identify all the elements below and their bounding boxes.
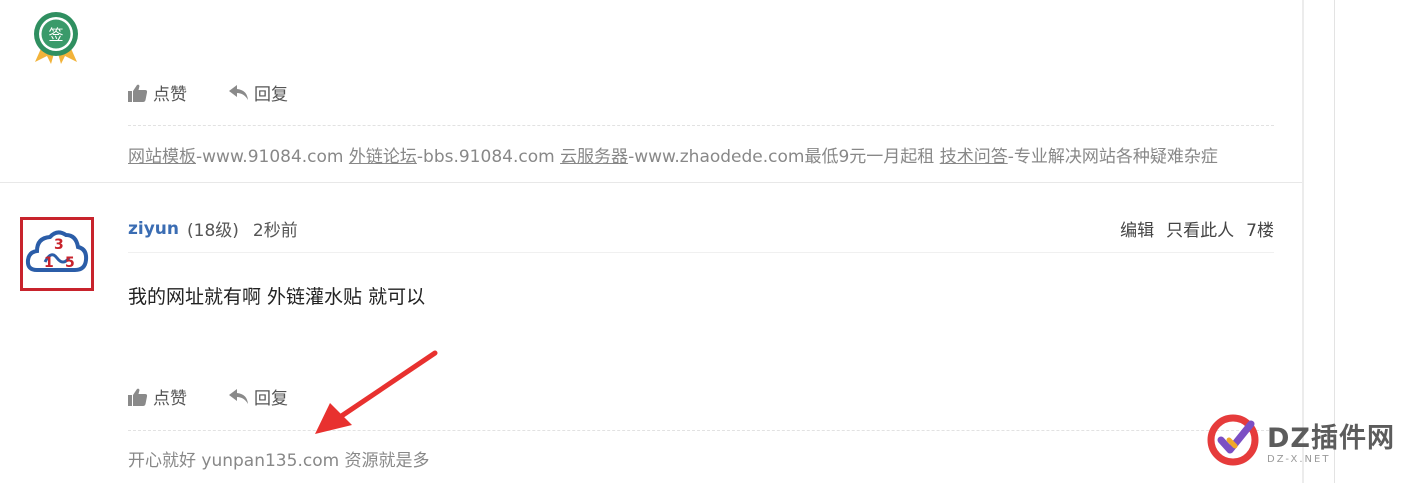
annotation-arrow-icon — [315, 350, 438, 434]
avatar-digit-3: 3 — [54, 237, 64, 253]
user-signature: 开心就好 yunpan135.com 资源就是多 — [128, 451, 430, 471]
reply-label: 回复 — [254, 389, 288, 409]
avatar[interactable]: 1 3 5 — [20, 217, 94, 291]
reply-label: 回复 — [254, 85, 288, 105]
only-author-link[interactable]: 只看此人 — [1166, 216, 1234, 241]
reply-button[interactable]: 回复 — [229, 384, 288, 409]
reply-icon — [229, 388, 248, 404]
watermark-logo-icon — [1207, 414, 1259, 466]
header-divider — [128, 252, 1274, 253]
like-label: 点赞 — [153, 389, 187, 409]
floor-number[interactable]: 7楼 — [1246, 216, 1274, 241]
thumbs-up-icon — [128, 388, 148, 406]
reply-button[interactable]: 回复 — [229, 80, 288, 105]
signature-link[interactable]: 技术问答 — [940, 147, 1008, 167]
thread-panel — [0, 0, 1302, 483]
like-label: 点赞 — [153, 85, 187, 105]
signature-link[interactable]: 外链论坛 — [349, 147, 417, 167]
post-time: 2秒前 — [252, 221, 298, 241]
post-header: ziyun (18级) 2秒前 — [128, 216, 298, 242]
thumbs-up-icon — [128, 84, 148, 102]
edit-link[interactable]: 编辑 — [1120, 216, 1154, 241]
avatar-digit-1: 1 — [44, 255, 54, 271]
watermark-brand: DZ插件网 — [1267, 423, 1395, 454]
username-link[interactable]: ziyun — [128, 219, 179, 239]
badge-glyph: 签 — [48, 26, 63, 44]
signature-text: -www.91084.com — [196, 147, 349, 167]
user-level: (18级) — [187, 221, 239, 241]
post-separator — [0, 182, 1302, 183]
reply-icon — [229, 84, 248, 100]
signature-link[interactable]: 云服务器 — [560, 147, 628, 167]
signature-text: -专业解决网站各种疑难杂症 — [1007, 147, 1218, 167]
avatar-digit-5: 5 — [65, 255, 75, 271]
post-actions: 点赞 回复 — [128, 80, 330, 105]
user-signature: 网站模板-www.91084.com 外链论坛-bbs.91084.com 云服… — [128, 142, 1218, 167]
post-content: 我的网址就有啊 外链灌水贴 就可以 — [128, 286, 426, 308]
signature-link[interactable]: 网站模板 — [128, 147, 196, 167]
signature-text: -www.zhaodede.com最低9元一月起租 — [628, 147, 940, 167]
site-watermark: DZ插件网 DZ-X.NET — [1205, 410, 1405, 472]
signature-divider — [128, 125, 1274, 126]
sign-in-badge-icon: 签 — [27, 10, 85, 64]
post-tools: 编辑 只看此人 7楼 — [1108, 216, 1274, 241]
like-button[interactable]: 点赞 — [128, 384, 187, 409]
like-button[interactable]: 点赞 — [128, 80, 187, 105]
signature-text: -bbs.91084.com — [416, 147, 561, 167]
watermark-url: DZ-X.NET — [1267, 454, 1331, 465]
